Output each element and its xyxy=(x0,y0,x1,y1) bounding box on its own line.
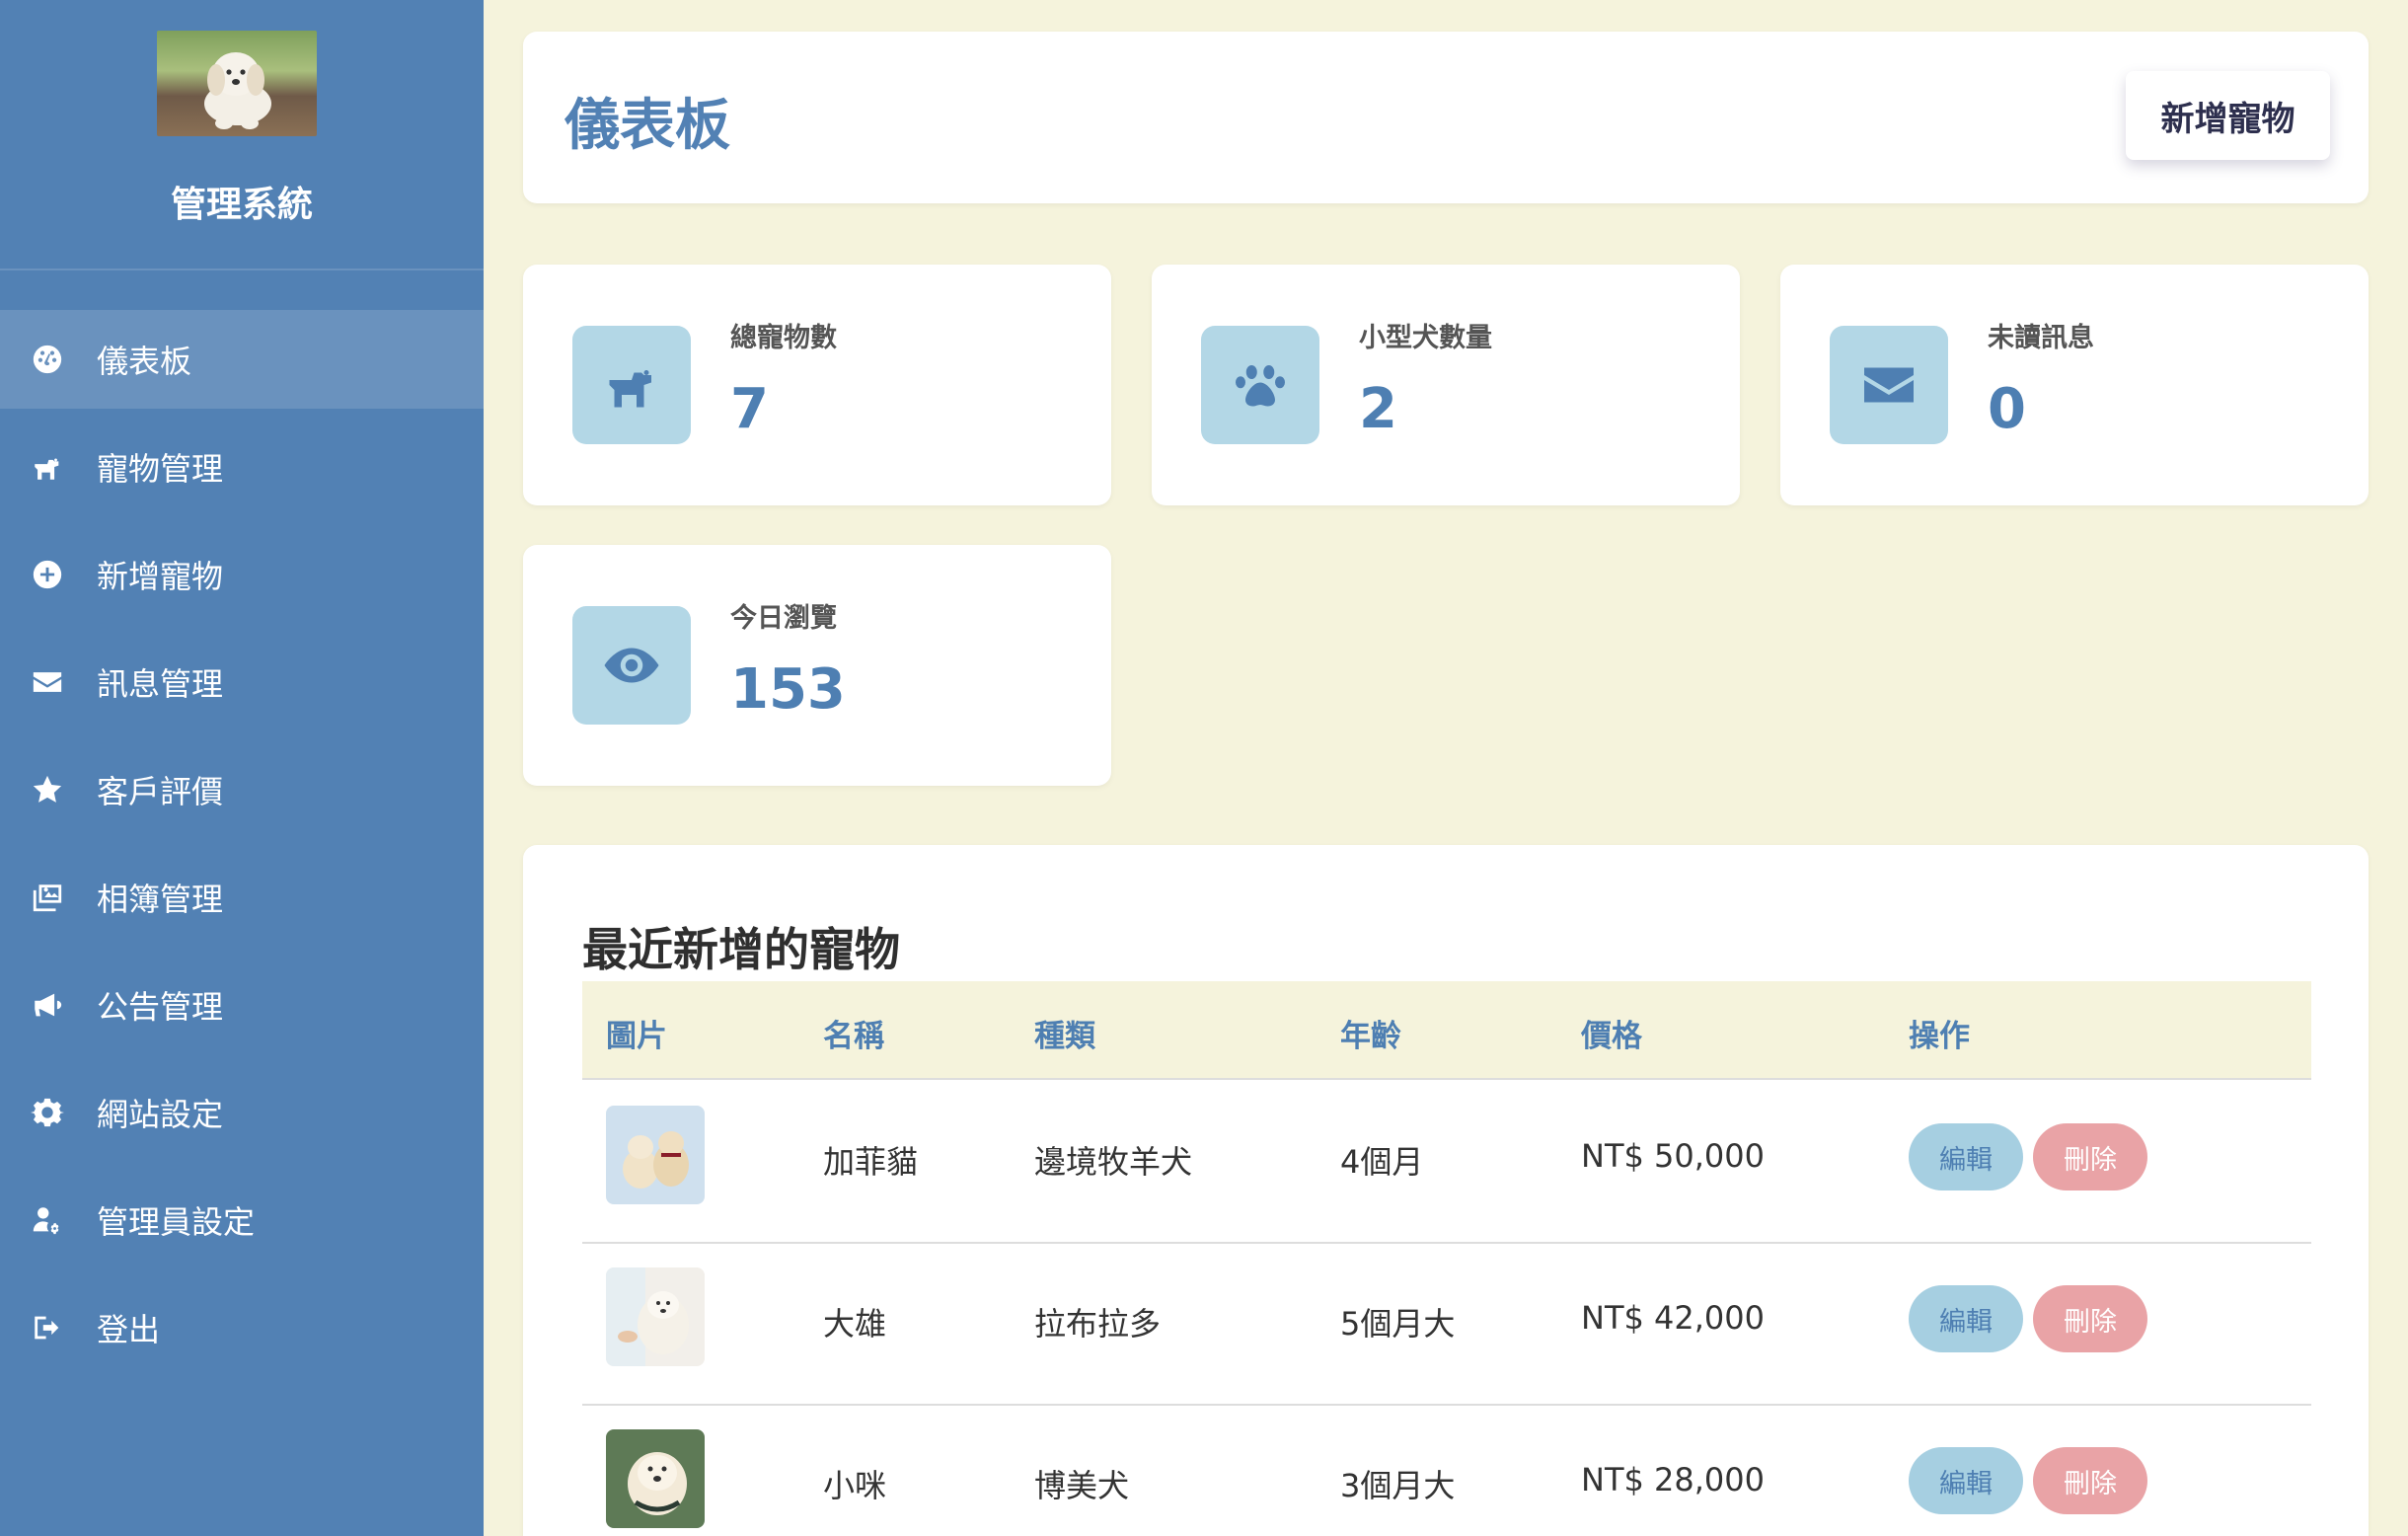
pet-thumbnail xyxy=(606,1267,705,1366)
sidebar-item-admin-settings[interactable]: 管理員設定 xyxy=(0,1171,484,1269)
column-header-breed: 種類 xyxy=(1034,1019,1095,1054)
star-icon xyxy=(28,770,67,809)
stat-value: 7 xyxy=(730,377,769,441)
paw-icon xyxy=(1201,326,1319,444)
sidebar-item-add-pet[interactable]: 新增寵物 xyxy=(0,525,484,624)
brand-title: 管理系統 xyxy=(170,185,313,225)
sidebar-header: 管理系統 xyxy=(0,0,484,270)
user-gear-icon xyxy=(28,1200,67,1240)
sidebar-item-logout[interactable]: 登出 xyxy=(0,1278,484,1377)
section-title: 最近新增的寵物 xyxy=(582,923,900,976)
sidebar-item-label: 相簿管理 xyxy=(97,881,224,918)
stat-card-total-pets: 總寵物數 7 xyxy=(523,265,1111,505)
stat-label: 總寵物數 xyxy=(730,323,837,353)
dog-icon xyxy=(572,326,691,444)
column-header-price: 價格 xyxy=(1581,1019,1642,1054)
table-row: 加菲貓 邊境牧羊犬 4個月 NT$ 50,000 編輯 刪除 xyxy=(582,1082,2311,1244)
pet-name: 加菲貓 xyxy=(823,1143,919,1181)
dog-icon xyxy=(28,447,67,487)
sidebar-item-label: 登出 xyxy=(97,1311,161,1348)
sidebar-item-label: 公告管理 xyxy=(97,988,224,1026)
stat-label: 未讀訊息 xyxy=(1988,323,2094,353)
pet-name: 大雄 xyxy=(823,1305,887,1343)
table-row: 小咪 博美犬 3個月大 NT$ 28,000 編輯 刪除 xyxy=(582,1406,2311,1536)
sidebar-item-label: 寵物管理 xyxy=(97,450,224,488)
pet-price: NT$ 50,000 xyxy=(1581,1137,1765,1175)
sidebar-item-label: 網站設定 xyxy=(97,1096,224,1133)
sidebar-item-label: 新增寵物 xyxy=(97,558,224,595)
sidebar-item-label: 管理員設定 xyxy=(97,1203,256,1241)
edit-button[interactable]: 編輯 xyxy=(1909,1123,2023,1190)
pet-age: 4個月 xyxy=(1340,1143,1424,1181)
gear-icon xyxy=(28,1093,67,1132)
pet-name: 小咪 xyxy=(823,1467,887,1504)
sidebar-item-site-settings[interactable]: 網站設定 xyxy=(0,1063,484,1162)
stat-card-unread-messages: 未讀訊息 0 xyxy=(1780,265,2369,505)
logo-image xyxy=(157,31,317,136)
pet-thumbnail xyxy=(606,1429,705,1528)
sidebar-item-label: 訊息管理 xyxy=(97,665,224,703)
stat-value: 0 xyxy=(1988,377,2026,441)
dashboard-gauge-icon xyxy=(28,340,67,379)
pet-breed: 邊境牧羊犬 xyxy=(1034,1143,1193,1181)
pet-breed: 拉布拉多 xyxy=(1034,1305,1162,1343)
table-row: 大雄 拉布拉多 5個月大 NT$ 42,000 編輯 刪除 xyxy=(582,1244,2311,1406)
envelope-icon xyxy=(28,662,67,702)
stat-value: 153 xyxy=(730,657,846,722)
sidebar-item-label: 客戶評價 xyxy=(97,773,224,810)
sidebar-item-announcements[interactable]: 公告管理 xyxy=(0,956,484,1054)
stat-label: 今日瀏覽 xyxy=(730,603,837,634)
column-header-age: 年齡 xyxy=(1340,1019,1401,1054)
delete-button[interactable]: 刪除 xyxy=(2033,1447,2147,1514)
delete-button[interactable]: 刪除 xyxy=(2033,1123,2147,1190)
page-header: 儀表板 新增寵物 xyxy=(523,32,2369,203)
sidebar-nav: 儀表板 寵物管理 新增寵物 訊息管理 客戶評價 相簿管理 公告管理 網站設定 管… xyxy=(0,310,484,1386)
sidebar-item-messages[interactable]: 訊息管理 xyxy=(0,633,484,731)
envelope-icon xyxy=(1830,326,1948,444)
sign-out-icon xyxy=(28,1308,67,1347)
edit-button[interactable]: 編輯 xyxy=(1909,1447,2023,1514)
column-header-actions: 操作 xyxy=(1909,1019,1970,1054)
pet-breed: 博美犬 xyxy=(1034,1467,1130,1504)
plus-circle-icon xyxy=(28,555,67,594)
bullhorn-icon xyxy=(28,985,67,1025)
edit-button[interactable]: 編輯 xyxy=(1909,1285,2023,1352)
pet-price: NT$ 28,000 xyxy=(1581,1461,1765,1498)
sidebar: 管理系統 儀表板 寵物管理 新增寵物 訊息管理 客戶評價 相簿管理 公告管理 網… xyxy=(0,0,484,1536)
add-pet-button[interactable]: 新增寵物 xyxy=(2126,71,2330,160)
sidebar-item-pets[interactable]: 寵物管理 xyxy=(0,418,484,516)
sidebar-item-label: 儀表板 xyxy=(97,343,192,380)
table-header: 圖片 名稱 種類 年齡 價格 操作 xyxy=(582,981,2311,1080)
sidebar-item-dashboard[interactable]: 儀表板 xyxy=(0,310,484,409)
sidebar-item-reviews[interactable]: 客戶評價 xyxy=(0,740,484,839)
eye-icon xyxy=(572,606,691,725)
pet-age: 5個月大 xyxy=(1340,1305,1456,1343)
stat-card-today-views: 今日瀏覽 153 xyxy=(523,545,1111,786)
pet-price: NT$ 42,000 xyxy=(1581,1299,1765,1337)
delete-button[interactable]: 刪除 xyxy=(2033,1285,2147,1352)
column-header-image: 圖片 xyxy=(606,1019,667,1054)
sidebar-item-albums[interactable]: 相簿管理 xyxy=(0,848,484,947)
stat-value: 2 xyxy=(1359,377,1397,441)
recent-pets-card: 最近新增的寵物 圖片 名稱 種類 年齡 價格 操作 加菲貓 邊境牧羊犬 4個月 … xyxy=(523,845,2369,1536)
stat-label: 小型犬數量 xyxy=(1359,323,1492,353)
page-title: 儀表板 xyxy=(564,94,730,158)
stat-card-small-dogs: 小型犬數量 2 xyxy=(1152,265,1740,505)
column-header-name: 名稱 xyxy=(823,1019,884,1054)
images-icon xyxy=(28,878,67,917)
pet-age: 3個月大 xyxy=(1340,1467,1456,1504)
pet-thumbnail xyxy=(606,1106,705,1204)
